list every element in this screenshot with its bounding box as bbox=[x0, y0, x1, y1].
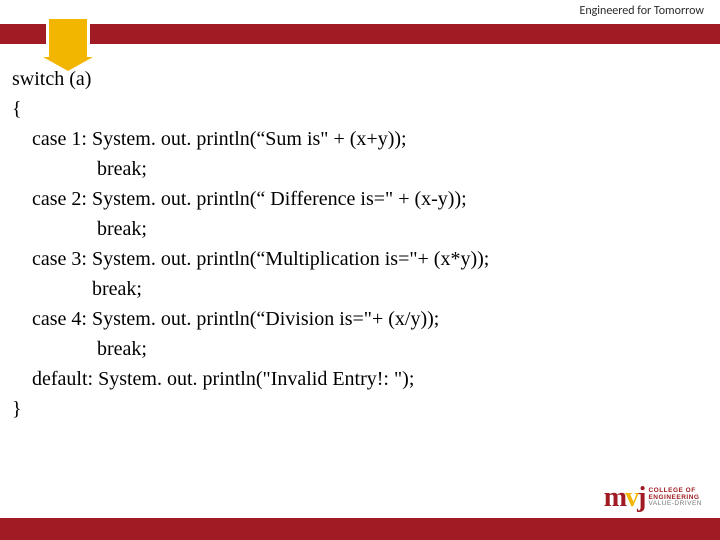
corner-tab bbox=[46, 16, 90, 60]
footer-logo: mvj COLLEGE OF ENGINEERING value-driven bbox=[604, 482, 702, 514]
header-bar bbox=[0, 24, 720, 44]
footer-bar bbox=[0, 518, 720, 540]
logo-text: COLLEGE OF ENGINEERING value-driven bbox=[648, 488, 702, 508]
code-line: switch (a) bbox=[12, 64, 708, 94]
code-line: break; bbox=[12, 274, 708, 304]
code-line: { bbox=[12, 94, 708, 124]
logo-v: v bbox=[625, 482, 637, 513]
logo-line3: value-driven bbox=[648, 501, 702, 508]
code-line: break; bbox=[12, 334, 708, 364]
code-line: case 3: System. out. println(“Multiplica… bbox=[12, 244, 708, 274]
code-line: break; bbox=[12, 214, 708, 244]
code-line: case 1: System. out. println(“Sum is" + … bbox=[12, 124, 708, 154]
code-block: switch (a) { case 1: System. out. printl… bbox=[12, 64, 708, 424]
code-line: default: System. out. println("Invalid E… bbox=[12, 364, 708, 394]
logo-j: j bbox=[637, 482, 644, 513]
code-line: } bbox=[12, 394, 708, 424]
header-tagline: Engineered for Tomorrow bbox=[579, 4, 704, 18]
code-line: case 4: System. out. println(“Division i… bbox=[12, 304, 708, 334]
logo-mark: mvj bbox=[604, 482, 645, 514]
code-line: break; bbox=[12, 154, 708, 184]
logo-m: m bbox=[604, 482, 625, 513]
code-line: case 2: System. out. println(“ Differenc… bbox=[12, 184, 708, 214]
